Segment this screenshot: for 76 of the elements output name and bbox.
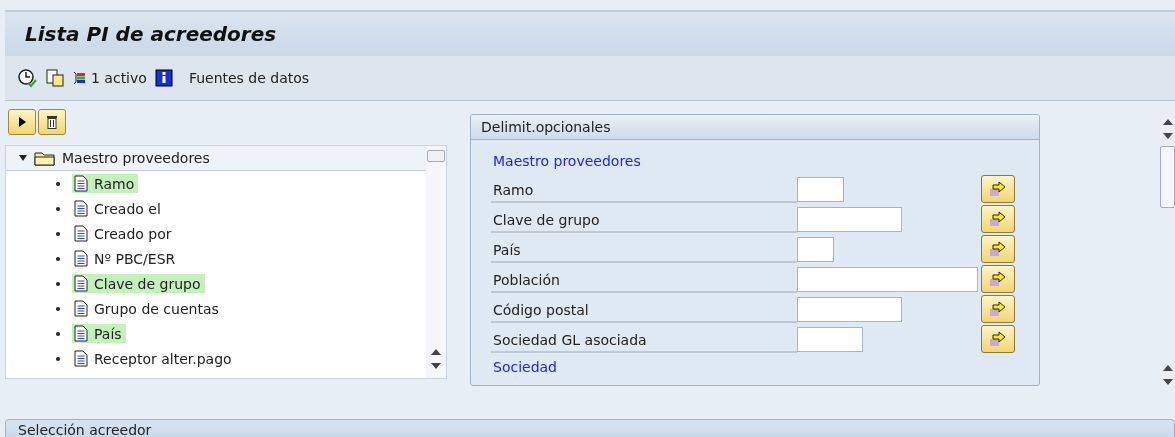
field-label: País [491, 235, 797, 263]
bullet-icon [56, 331, 60, 336]
scroll-down-icon[interactable] [1162, 378, 1173, 386]
document-icon [74, 350, 88, 367]
scroll-thumb[interactable] [1160, 146, 1175, 208]
bullet-icon [56, 356, 60, 361]
bullet-icon [56, 256, 60, 261]
panel-title: Selección acreedor [18, 422, 152, 437]
scroll-down-icon[interactable] [1162, 132, 1173, 140]
bullet-icon [56, 306, 60, 311]
field-label: Ramo [491, 175, 797, 203]
multiple-selection-button[interactable] [981, 265, 1015, 293]
tree-item[interactable]: Ramo [72, 174, 139, 193]
multiple-selection-button[interactable] [981, 295, 1015, 323]
scrollbar[interactable] [426, 146, 446, 378]
data-sources-label: Fuentes de datos [188, 70, 310, 86]
document-icon [74, 200, 88, 217]
scroll-down-icon[interactable] [431, 362, 441, 370]
input-field[interactable] [797, 266, 978, 292]
tree-item[interactable]: País [72, 324, 126, 343]
expand-caret-icon[interactable] [18, 154, 28, 162]
multiple-selection-button[interactable] [981, 325, 1015, 353]
tree-item[interactable]: Receptor alter.pago [72, 349, 236, 368]
document-icon [74, 175, 88, 192]
field-label: Sociedad GL asociada [491, 325, 797, 353]
colored-bars-icon [73, 70, 87, 86]
document-icon [74, 275, 88, 292]
document-icon [74, 300, 88, 317]
multiple-selection-button[interactable] [981, 175, 1015, 203]
section-heading: Sociedad [492, 358, 558, 377]
tree-item[interactable]: Clave de grupo [72, 274, 205, 293]
scroll-up-icon[interactable] [1162, 364, 1173, 372]
tree-item[interactable]: Grupo de cuentas [72, 299, 223, 318]
group-title: Delimit.opcionales [471, 115, 1039, 140]
clock-check-icon[interactable] [17, 68, 37, 88]
input-field[interactable] [797, 176, 844, 202]
tree-item[interactable]: Nº PBC/ESR [72, 249, 180, 268]
scroll-up-icon[interactable] [431, 348, 441, 356]
document-icon [74, 225, 88, 242]
bullet-icon [56, 206, 60, 211]
bullet-icon [56, 181, 60, 186]
copy-icon[interactable] [45, 68, 65, 88]
delete-button[interactable] [38, 109, 66, 135]
field-label: Población [491, 265, 797, 293]
arrow-icon [989, 271, 1007, 287]
scroll-up-icon[interactable] [1162, 118, 1173, 126]
field-label: Clave de grupo [491, 205, 797, 233]
active-count: 1 activo [91, 70, 147, 86]
arrow-icon [989, 331, 1007, 347]
input-field[interactable] [797, 296, 902, 322]
play-icon [17, 116, 27, 128]
arrow-icon [989, 211, 1007, 227]
input-field[interactable] [797, 206, 902, 232]
active-filter-button[interactable]: 1 activo [73, 70, 147, 86]
multiple-selection-button[interactable] [981, 205, 1015, 233]
bullet-icon [56, 281, 60, 286]
arrow-icon [989, 181, 1007, 197]
execute-button[interactable] [8, 109, 36, 135]
trash-icon [46, 115, 58, 129]
section-heading: Maestro proveedores [492, 152, 642, 171]
input-field[interactable] [797, 326, 863, 352]
folder-icon [34, 150, 56, 166]
arrow-icon [989, 301, 1007, 317]
tree-item[interactable]: Creado por [72, 224, 176, 243]
document-icon [74, 250, 88, 267]
bullet-icon [56, 231, 60, 236]
arrow-icon [989, 241, 1007, 257]
input-field[interactable] [797, 236, 834, 262]
scroll-thumb[interactable] [427, 150, 445, 162]
document-icon [74, 325, 88, 342]
multiple-selection-button[interactable] [981, 235, 1015, 263]
info-icon [154, 69, 173, 87]
window-title: Lista PI de acreedores [25, 22, 277, 46]
data-sources-button[interactable]: Fuentes de datos [154, 69, 310, 87]
field-label: Código postal [491, 295, 797, 323]
tree-item[interactable]: Creado el [72, 199, 165, 218]
